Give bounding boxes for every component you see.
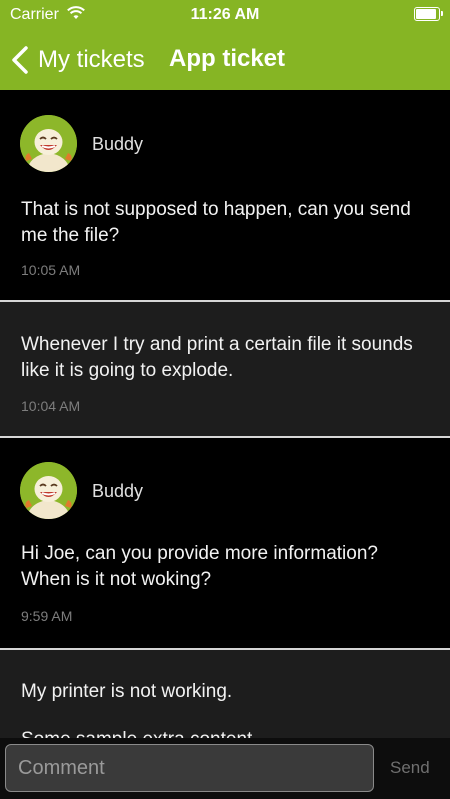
- avatar: [20, 115, 77, 172]
- message-text: That is not supposed to happen, can you …: [21, 199, 411, 246]
- message-author: Buddy: [92, 481, 144, 501]
- message-item: Buddy Hi Joe, can you provide more infor…: [0, 438, 450, 648]
- message-text: Whenever I try and print a certain file …: [21, 334, 413, 381]
- status-bar: Carrier 11:26 AM: [0, 0, 450, 30]
- comment-input[interactable]: [5, 744, 374, 792]
- message-time: 9:59 AM: [21, 608, 73, 624]
- send-button[interactable]: Send: [390, 758, 430, 778]
- battery-icon: [414, 7, 443, 21]
- message-item: My printer is not working. Some sample e…: [0, 650, 450, 738]
- comment-composer: Send: [0, 738, 450, 799]
- message-author: Buddy: [92, 134, 144, 154]
- message-list[interactable]: Buddy That is not supposed to happen, ca…: [0, 90, 450, 738]
- page-title: App ticket: [169, 45, 286, 72]
- back-button-label: My tickets: [38, 46, 145, 73]
- navigation-bar: My tickets App ticket: [0, 30, 450, 90]
- message-text: My printer is not working.: [21, 681, 233, 702]
- message-text-extra: Some sample extra content: [21, 727, 431, 738]
- message-time: 10:04 AM: [21, 398, 81, 414]
- message-item: Whenever I try and print a certain file …: [0, 302, 450, 436]
- chevron-left-icon: [12, 46, 28, 74]
- avatar: [20, 462, 77, 519]
- status-time: 11:26 AM: [190, 6, 260, 23]
- buddha-avatar-icon: [20, 115, 77, 172]
- message-text: Hi Joe, can you provide more information…: [21, 543, 378, 590]
- buddha-avatar-icon: [20, 462, 77, 519]
- message-item: Buddy That is not supposed to happen, ca…: [0, 90, 450, 300]
- back-button[interactable]: My tickets: [8, 43, 145, 77]
- message-time: 10:05 AM: [21, 262, 81, 278]
